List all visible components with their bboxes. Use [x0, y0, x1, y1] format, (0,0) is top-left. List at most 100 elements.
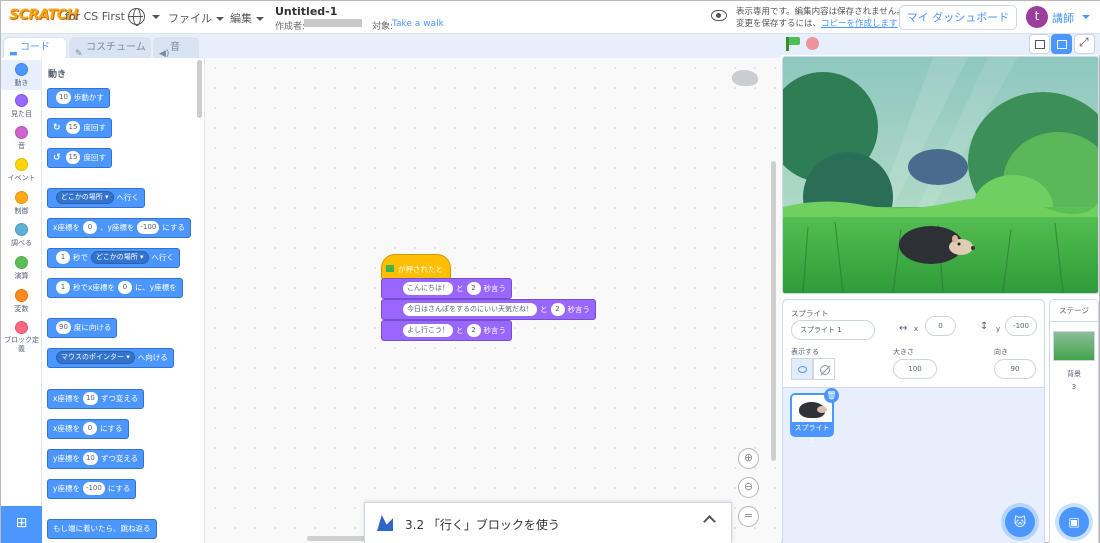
stage-thumbnail[interactable] [1053, 331, 1095, 361]
category-my-blocks[interactable]: ブロック定義 [1, 321, 42, 354]
category-control[interactable]: 制御 [1, 191, 42, 216]
y-position-input[interactable]: -100 [1005, 316, 1037, 336]
chevron-down-icon [216, 17, 224, 21]
make-copy-link[interactable]: コピーを作成します [821, 19, 898, 29]
block-input[interactable]: 2 [466, 323, 481, 337]
block-input[interactable]: 10 [82, 451, 98, 465]
show-sprite-button[interactable] [791, 358, 813, 380]
block-input[interactable]: -100 [137, 220, 160, 234]
category-motion[interactable]: 動き [1, 60, 42, 90]
block-say-for-secs[interactable]: 今日はさんぽをするのにいい天気だね！と 2 秒言う [381, 299, 596, 320]
tab-costumes[interactable]: ✎ コスチューム [69, 37, 151, 59]
block-input[interactable]: 1 [56, 250, 70, 264]
block-move-steps[interactable]: 10 歩動かす [47, 88, 110, 108]
zoom-out-button[interactable]: ⊖ [738, 477, 759, 498]
extension-icon: ⊞ [15, 515, 28, 531]
block-goto-xy[interactable]: x座標を 0 、y座標を -100 にする [47, 218, 191, 238]
block-set-x[interactable]: x座標を 0 にする [47, 419, 129, 439]
category-variables[interactable]: 変数 [1, 289, 42, 314]
block-input[interactable]: 15 [65, 150, 81, 164]
block-dropdown[interactable]: どこかの場所 ▾ [56, 190, 114, 204]
username[interactable]: 講師 [1052, 10, 1074, 26]
direction-input[interactable]: 90 [994, 359, 1036, 379]
block-change-x[interactable]: x座標を 10 ずつ変える [47, 389, 145, 409]
x-position-input[interactable]: 0 [925, 316, 956, 336]
add-sprite-button[interactable]: 🐱 [1005, 507, 1035, 537]
block-input[interactable]: 10 [82, 391, 98, 405]
block-input[interactable]: 90 [56, 320, 71, 334]
block-input[interactable]: -100 [82, 481, 105, 495]
author-label: 作成者: [275, 22, 306, 32]
large-stage-button[interactable] [1051, 34, 1072, 54]
block-goto[interactable]: どこかの場所 ▾ へ行く [47, 188, 146, 208]
green-flag-button[interactable] [786, 37, 800, 51]
block-dropdown[interactable]: どこかの場所 ▾ [91, 250, 149, 264]
add-backdrop-button[interactable]: ▣ [1059, 507, 1089, 537]
block-dropdown[interactable]: マウスのポインター ▾ [56, 350, 135, 364]
palette-scrollbar[interactable] [197, 60, 202, 118]
block-set-y[interactable]: y座標を -100 にする [47, 479, 137, 499]
block-glide[interactable]: 1 秒で どこかの場所 ▾ へ行く [47, 248, 181, 268]
category-dot-icon [15, 321, 28, 334]
chevron-up-icon[interactable] [703, 515, 716, 528]
avatar[interactable]: t [1026, 6, 1048, 28]
small-stage-button[interactable] [1029, 34, 1050, 54]
category-events[interactable]: イベント [1, 158, 42, 183]
category-sound[interactable]: 音 [1, 126, 42, 151]
zoom-reset-button[interactable]: = [738, 506, 759, 527]
block-point-towards[interactable]: マウスのポインター ▾ へ向ける [47, 348, 174, 368]
block-turn-right[interactable]: ↻ 15 度回す [47, 118, 112, 138]
block-input[interactable]: こんにちは！ [403, 281, 453, 295]
block-input[interactable]: よし行こう！ [403, 323, 453, 337]
block-input[interactable]: 2 [550, 302, 565, 316]
project-title[interactable]: Untitled-1 [275, 5, 337, 18]
cat-icon: 🐱 [1013, 515, 1027, 529]
chevron-down-icon[interactable] [1082, 15, 1090, 19]
target-link[interactable]: Take a walk [392, 19, 444, 29]
block-input[interactable]: 0 [82, 220, 97, 234]
block-input[interactable]: 1 [56, 280, 70, 294]
category-sensing[interactable]: 調べる [1, 223, 42, 248]
zoom-in-button[interactable]: ⊕ [738, 448, 759, 469]
hide-sprite-button[interactable] [813, 358, 835, 380]
block-when-flag-clicked[interactable]: が押されたとき [381, 254, 451, 304]
language-globe-icon[interactable] [128, 8, 145, 26]
block-turn-left[interactable]: ↺ 15 度回す [47, 148, 112, 168]
category-looks[interactable]: 見た目 [1, 94, 42, 119]
stop-button[interactable] [806, 37, 819, 50]
script-workspace[interactable]: が押されたとき こんにちは！と2秒言う 今日はさんぽをするのにいい天気だね！と2… [205, 58, 781, 543]
block-bounce-on-edge[interactable]: もし端に着いたら、跳ね返る [47, 519, 157, 539]
block-glide-xy[interactable]: 1 秒でx座標を 0 に、y座標を [47, 278, 183, 298]
block-say-for-secs[interactable]: よし行こう！と 2 秒言う [381, 320, 512, 341]
sprite-tile[interactable]: スプライト 1 🗑 [790, 388, 839, 445]
size-input[interactable]: 100 [893, 359, 937, 379]
block-input[interactable]: 今日はさんぽをするのにいい天気だね！ [403, 302, 537, 316]
tab-code[interactable]: ▬ コード [3, 37, 67, 59]
block-input[interactable]: 10 [56, 90, 71, 104]
workspace-horizontal-scrollbar[interactable] [307, 536, 367, 541]
tab-sounds[interactable]: ◀) 音 [153, 37, 199, 59]
delete-sprite-button[interactable]: 🗑 [824, 388, 839, 403]
block-input[interactable]: 0 [117, 280, 132, 294]
block-change-y[interactable]: y座標を 10 ずつ変える [47, 449, 145, 469]
stage-canvas[interactable] [782, 56, 1099, 294]
add-extension-button[interactable]: ⊞ [1, 506, 42, 543]
block-point-direction[interactable]: 90 度に向ける [47, 318, 118, 338]
tutorial-bar[interactable]: 3.2 「行く」ブロックを使う [364, 502, 732, 543]
workspace-vertical-scrollbar[interactable] [771, 161, 776, 461]
backdrop-count: 3 [1071, 383, 1077, 391]
block-input[interactable]: 2 [466, 281, 481, 295]
category-operators[interactable]: 演算 [1, 256, 42, 281]
stage-selector-pane[interactable]: ステージ 背景 3 ▣ [1049, 299, 1099, 543]
edit-menu[interactable]: 編集 [230, 10, 264, 26]
category-dot-icon [15, 223, 28, 236]
block-input[interactable]: 0 [82, 421, 97, 435]
show-label: 表示する [791, 348, 819, 356]
my-dashboard-button[interactable]: マイ ダッシュボード [899, 5, 1017, 30]
sprite-name-input[interactable]: スプライト 1 [791, 320, 875, 340]
block-input[interactable]: 15 [65, 120, 81, 134]
fullscreen-button[interactable] [1074, 34, 1095, 54]
file-menu[interactable]: ファイル [168, 10, 224, 26]
chevron-down-icon[interactable] [152, 15, 160, 19]
block-say-for-secs[interactable]: こんにちは！と 2 秒言う [381, 278, 512, 299]
